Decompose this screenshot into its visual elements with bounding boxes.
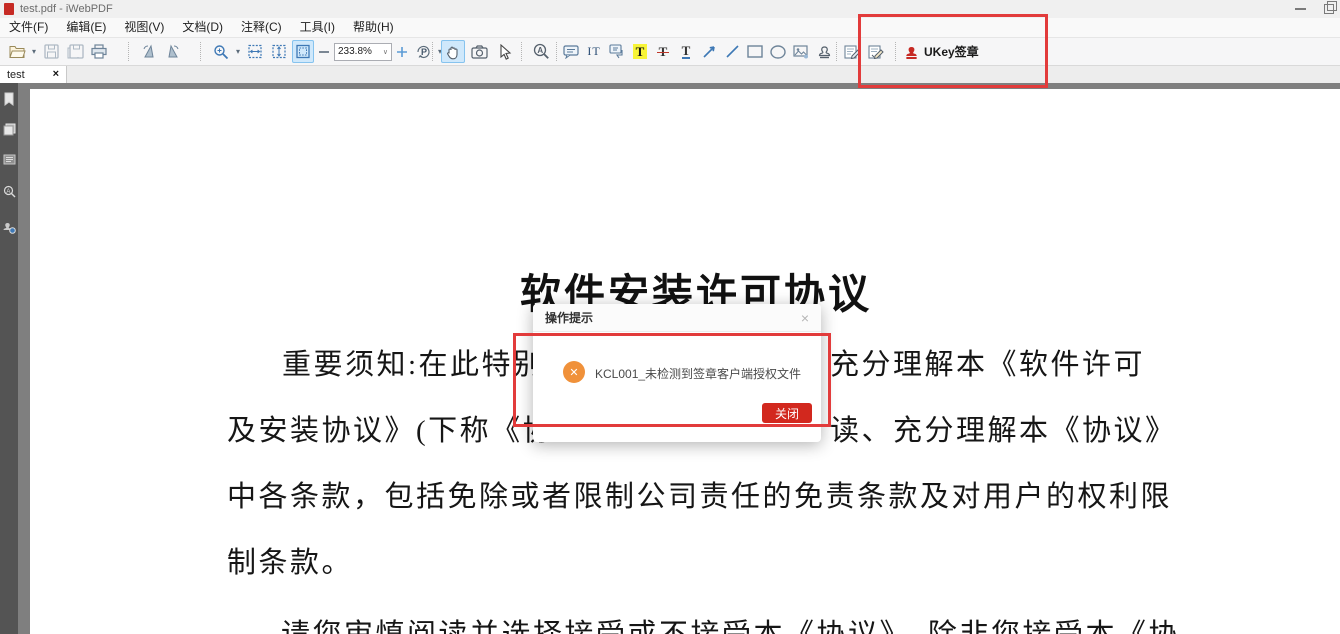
annotation-rectangle-ukey (858, 14, 1048, 88)
doc-line5: 请您审慎阅读并选择接受或不接受本《协议》，除非您接受本《协 (281, 611, 1180, 634)
app-window: test.pdf - iWebPDF 文件(F) 编辑(E) 视图(V) 文档(… (0, 0, 1340, 634)
doc-line1-right: 充分理解本《软件许可 (830, 341, 1145, 383)
doc-line1-left: 重要须知:在此特别 (282, 341, 545, 383)
doc-line4: 制条款。 (227, 539, 353, 581)
doc-line3: 中各条款，包括免除或者限制公司责任的免责条款及对用户的权利限 (227, 473, 1172, 515)
dialog-header: 操作提示 × (533, 304, 821, 332)
doc-line2-right: 读、充分理解本《协议》 (830, 407, 1177, 449)
dialog-close-icon[interactable]: × (801, 311, 809, 325)
dialog-title: 操作提示 (545, 309, 593, 326)
doc-line2-left: 及安装协议》(下称《协 (227, 407, 554, 449)
annotation-rectangle-dialog (513, 333, 831, 427)
